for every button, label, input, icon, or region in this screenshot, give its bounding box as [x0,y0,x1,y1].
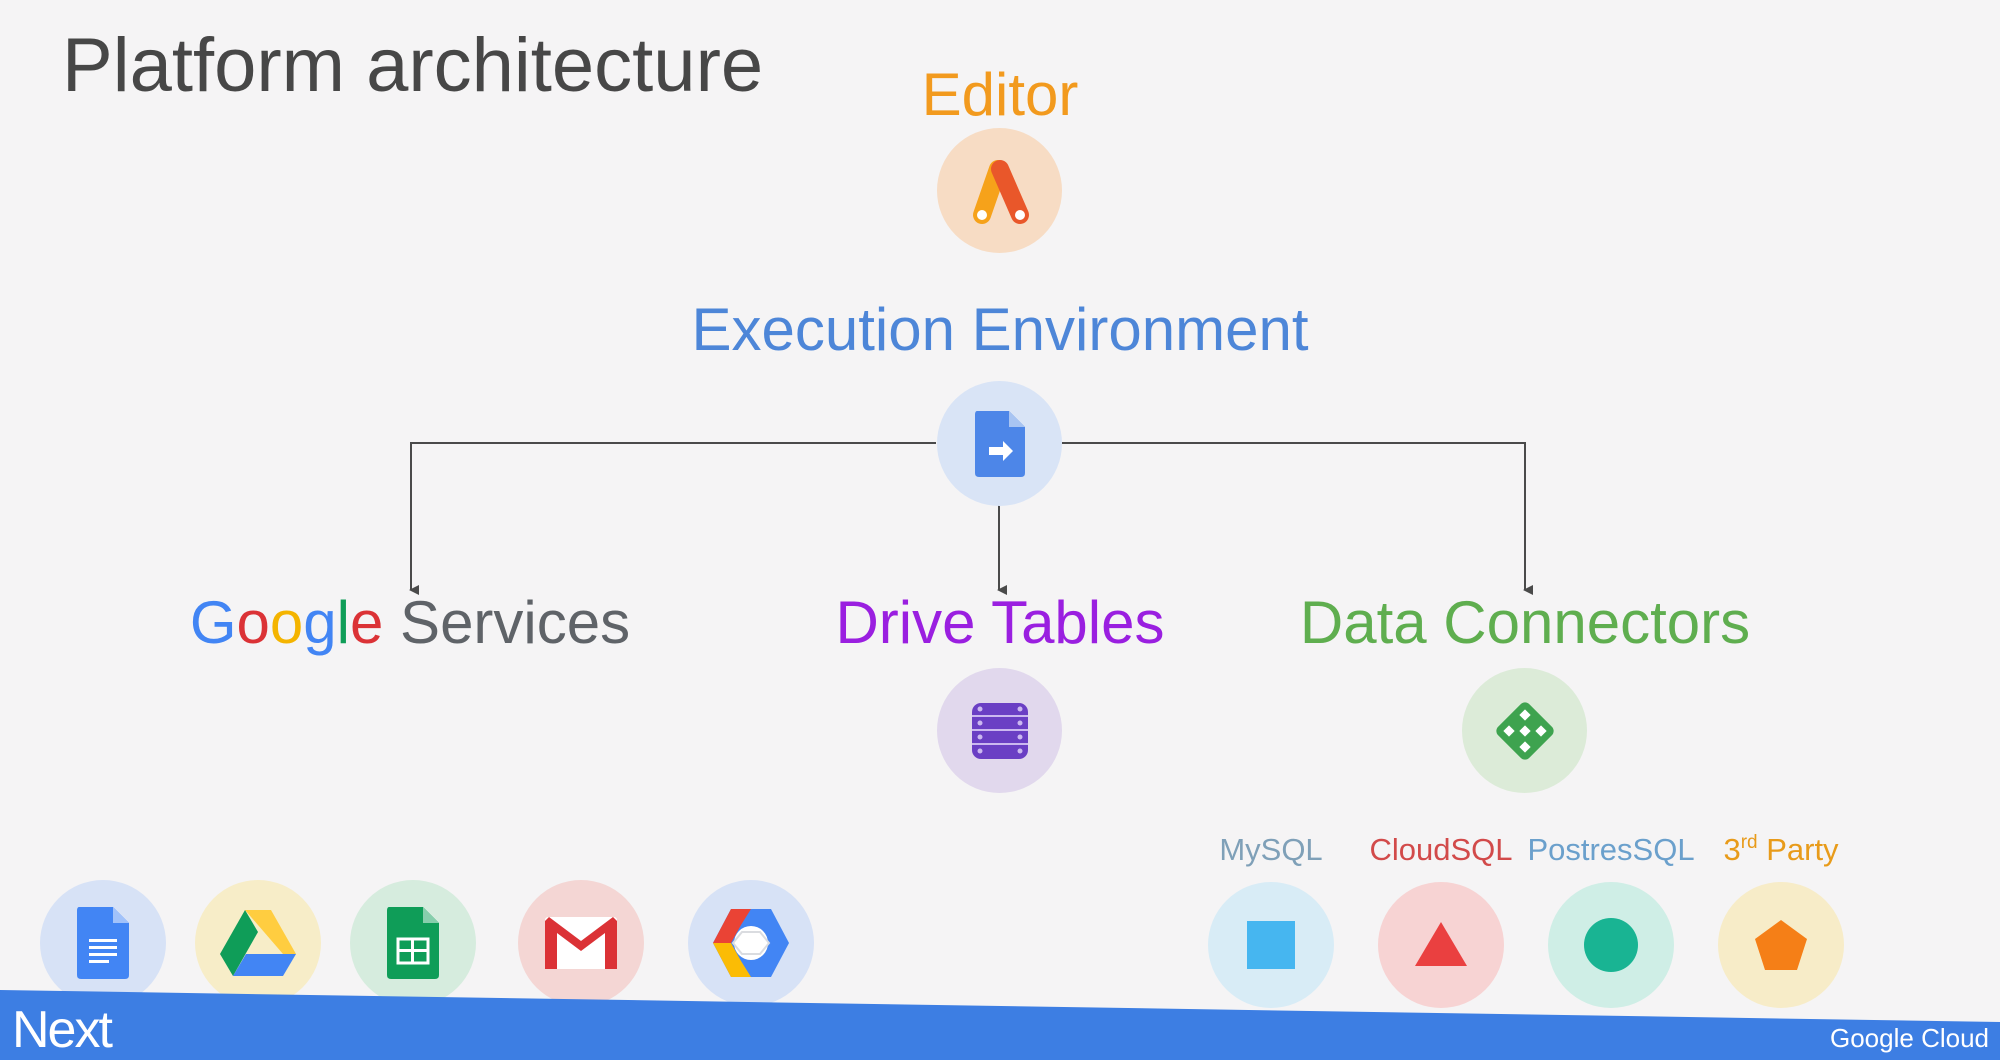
google-services-label: Google Services [110,588,710,657]
data-connectors-label: Data Connectors [1299,589,1751,656]
sheets-node [350,880,476,1006]
connector-to-data-connectors [1062,442,1533,595]
drive-tables-label: Drive Tables [835,589,1165,656]
sheets-icon [387,907,439,979]
db-label-mysql: MySQL [1186,832,1356,868]
gcp-node [688,880,814,1006]
circle-icon [1584,918,1638,972]
data-connector-icon [1495,701,1554,760]
third-party-rest: Party [1757,832,1839,867]
google-letter-e: e [350,589,384,656]
postressql-node [1548,882,1674,1008]
google-letter-o2: o [269,589,304,656]
google-letter-g: G [189,589,237,656]
connector-to-google-services [409,442,936,595]
drive-node [195,880,321,1006]
mysql-node [1208,882,1334,1008]
third-party-number: 3 [1723,832,1741,867]
execution-environment-label: Execution Environment [691,296,1309,363]
db-label-postressql: PostresSQL [1526,832,1696,868]
cloudsql-node [1378,882,1504,1008]
google-letter-o1: o [236,589,270,656]
docs-node [40,880,166,1006]
third-party-ordinal: rd [1740,832,1758,853]
gmail-icon [545,917,617,969]
postressql-label: PostresSQL [1527,832,1695,867]
pentagon-icon [1755,920,1807,970]
drive-icon [220,910,296,976]
execution-environment-node [937,381,1062,506]
db-label-third-party: 3rd Party [1696,832,1866,868]
docs-icon [77,907,129,979]
drive-tables-icon [971,702,1028,759]
google-letter-g2: g [303,589,337,656]
script-file-icon [974,410,1025,477]
editor-node [937,128,1062,253]
apps-script-icon [972,159,1029,224]
gmail-node [518,880,644,1006]
google-cloud-platform-icon [713,909,789,977]
third-party-node [1718,882,1844,1008]
google-services-suffix: Services [383,589,631,656]
data-connectors-node [1462,668,1587,793]
editor-label: Editor [921,61,1079,128]
db-label-cloudsql: CloudSQL [1356,832,1526,868]
mysql-label: MySQL [1219,832,1323,867]
next-logo: Next [12,1001,113,1059]
triangle-icon [1415,922,1467,966]
drive-tables-node [937,668,1062,793]
square-icon [1247,921,1295,969]
google-cloud-logo: Google Cloud [1830,1023,1989,1053]
google-letter-l: l [336,589,350,656]
cloudsql-label: CloudSQL [1369,832,1513,867]
